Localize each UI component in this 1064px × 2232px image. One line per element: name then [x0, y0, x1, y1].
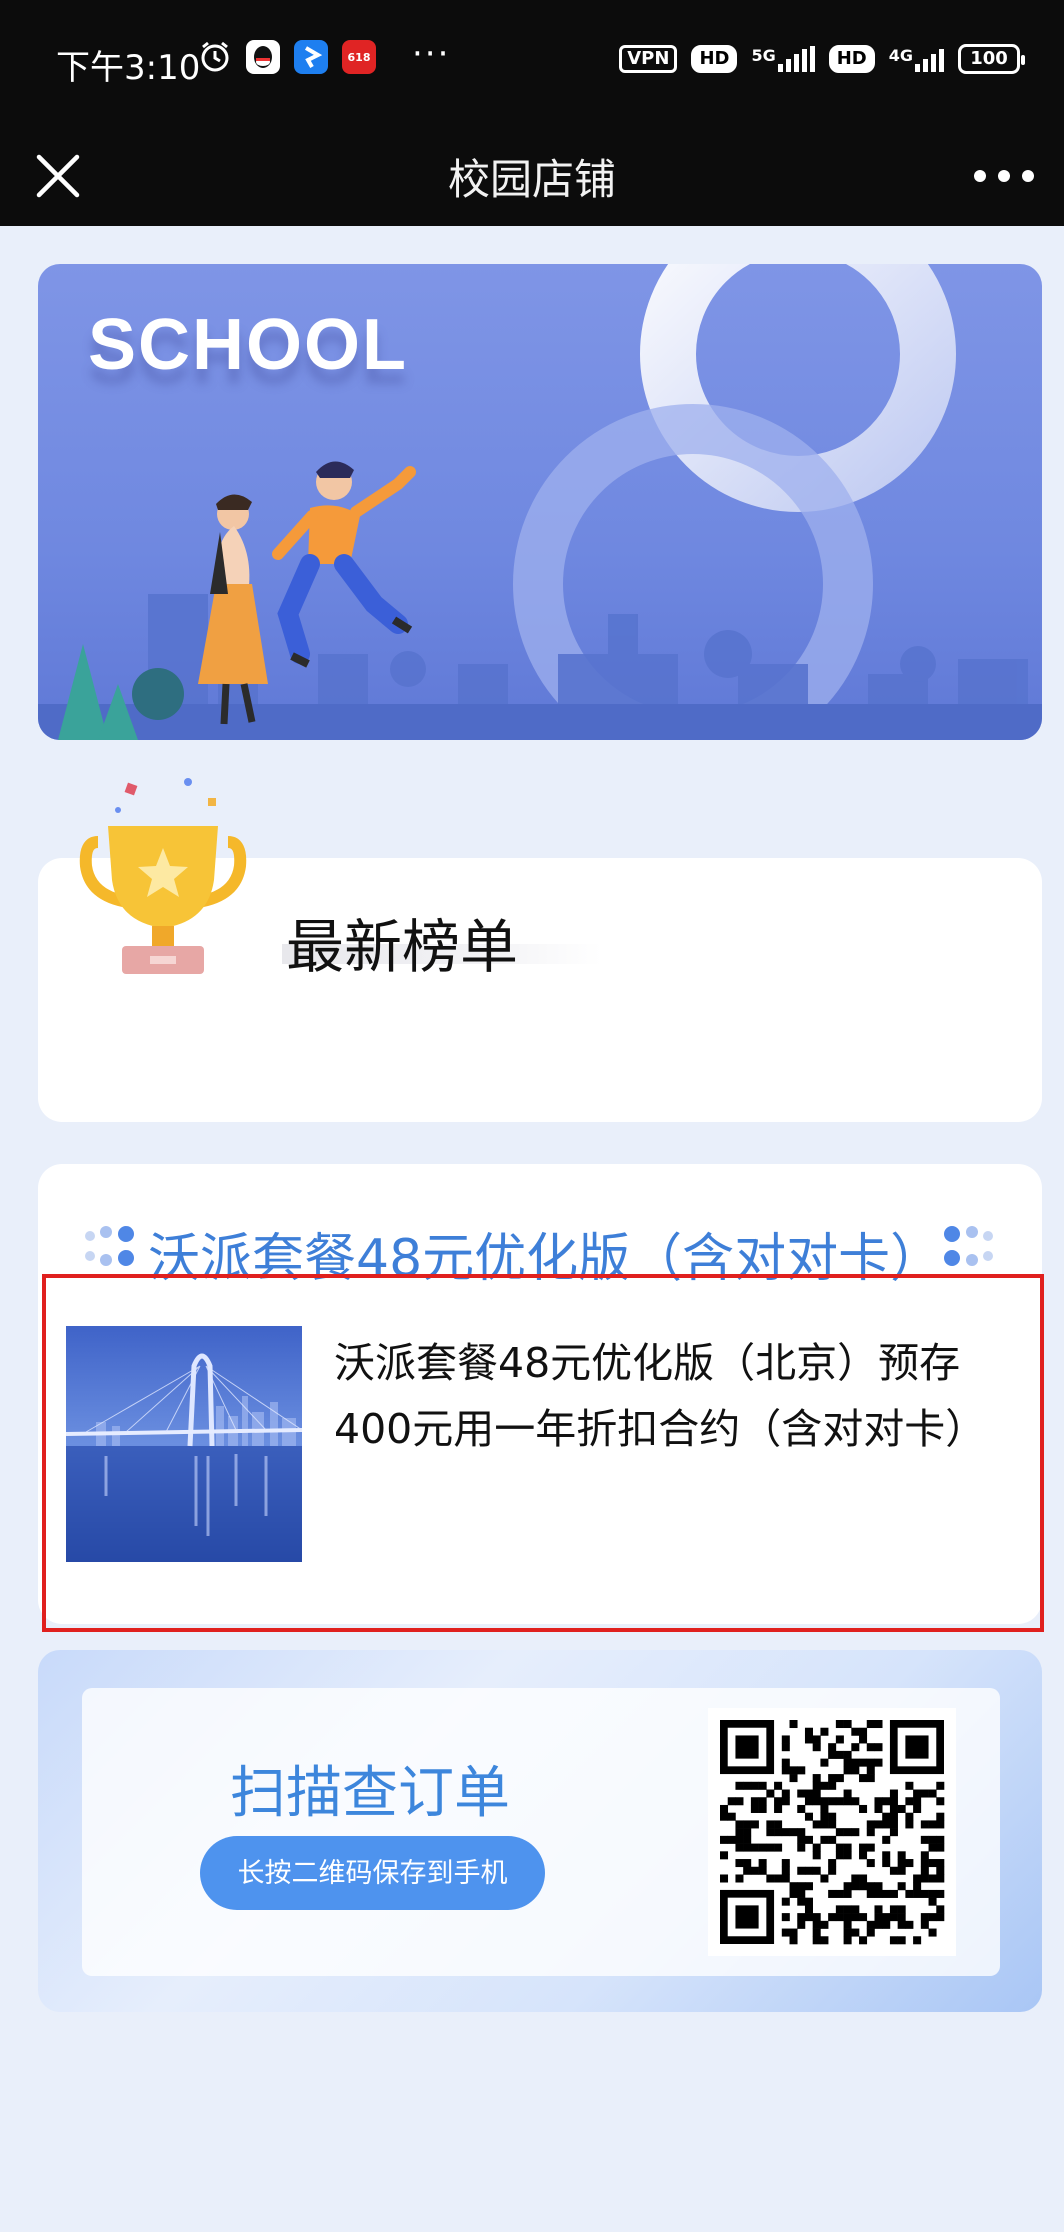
page-title: 校园店铺 [447, 155, 616, 204]
app-icon [294, 40, 328, 74]
bridge-image [66, 1326, 302, 1562]
vpn-icon: VPN [619, 45, 678, 73]
status-time: 下午3:10 [56, 48, 201, 88]
more-notifications-icon: ··· [412, 34, 451, 74]
more-options-button[interactable] [974, 148, 1034, 204]
signal-5g-icon: 5G [751, 46, 815, 72]
hd-icon: HD [691, 45, 738, 73]
more-dot-icon [998, 170, 1010, 182]
status-bar: 下午3:10 618 ··· VPN HD 5G HD 4G 100 [0, 0, 1064, 126]
svg-text:618: 618 [348, 51, 371, 64]
notification-icons: 618 [198, 40, 376, 74]
scan-order-title: 扫描查订单 [230, 1761, 510, 1826]
more-dot-icon [974, 170, 986, 182]
dots-decoration-icon [944, 1226, 993, 1266]
signal-4g-icon: 4G [889, 46, 944, 72]
school-banner[interactable]: SCHOOL [38, 264, 1042, 740]
dots-decoration-icon [85, 1226, 134, 1266]
product-thumbnail[interactable] [66, 1326, 302, 1562]
hd-icon-2: HD [828, 45, 875, 73]
banner-headline: SCHOOL [88, 305, 409, 385]
order-qr-code[interactable] [708, 1708, 956, 1956]
shopping-618-icon: 618 [342, 40, 376, 74]
ranking-title: 最新榜单 [286, 913, 519, 981]
trophy-icon [79, 778, 247, 974]
system-indicators: VPN HD 5G HD 4G 100 [619, 44, 1025, 74]
title-bar: 校园店铺 [0, 126, 1064, 226]
save-qr-button[interactable]: 长按二维码保存到手机 [200, 1836, 545, 1910]
battery-icon: 100 [958, 44, 1025, 74]
product-title[interactable]: 沃派套餐48元优化版（北京）预存400元用一年折扣合约（含对对卡） [334, 1330, 1020, 1462]
more-dot-icon [1022, 170, 1034, 182]
qq-icon [246, 40, 280, 74]
alarm-icon [201, 41, 229, 72]
qr-code-icon [720, 1720, 945, 1945]
